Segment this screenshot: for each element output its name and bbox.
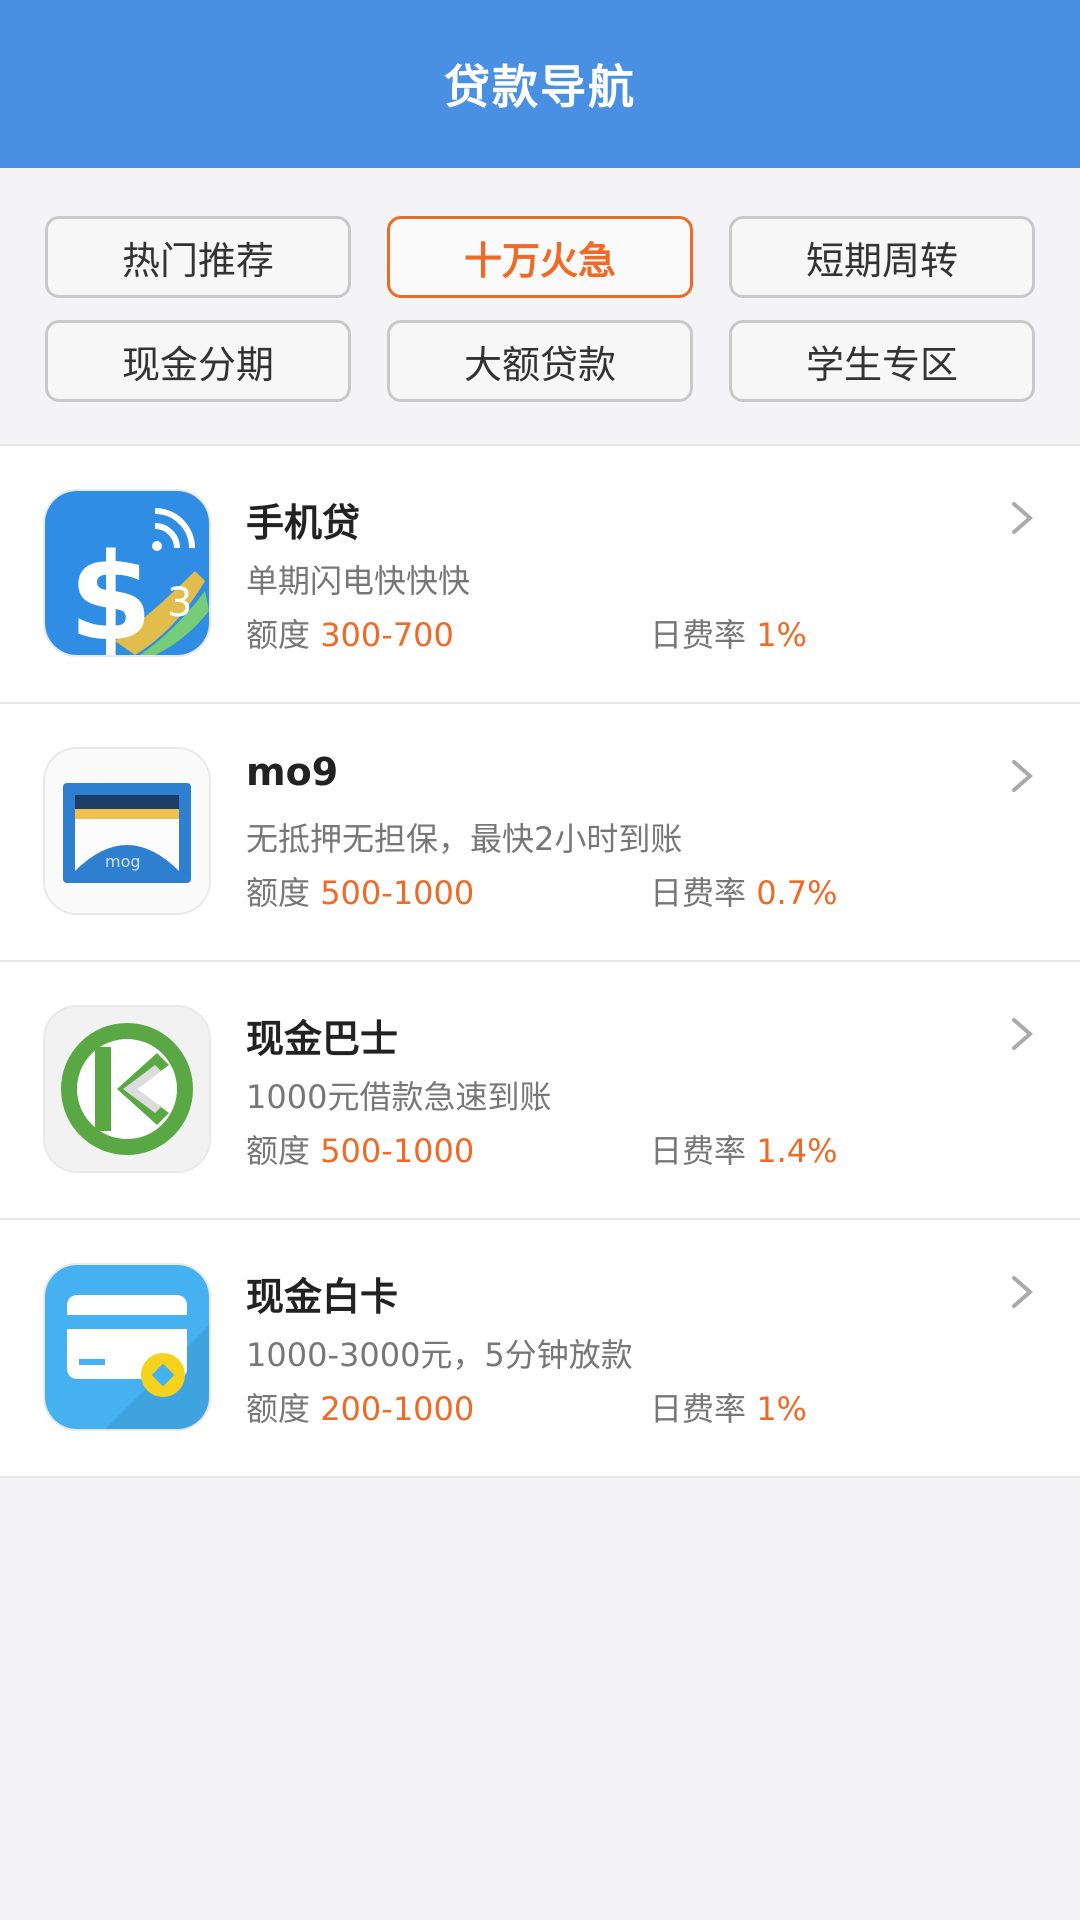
filter-large-loan[interactable]: 大额贷款 (387, 320, 693, 402)
loan-name: 手机贷 (246, 501, 361, 545)
loan-item[interactable]: 现金巴士 1000元借款急速到账 额度 500-1000 日费率 1.4% (0, 962, 1080, 1220)
loan-quota: 额度 500-1000 (246, 868, 474, 914)
loan-name: 现金巴士 (246, 1017, 399, 1061)
filter-hot[interactable]: 热门推荐 (45, 216, 351, 298)
rate-label: 日费率 (650, 1390, 747, 1428)
svg-text:mog: mog (105, 852, 141, 871)
dollar-signal-icon: $ 3 (45, 491, 209, 655)
filter-label: 现金分期 (121, 342, 274, 387)
loan-name: 现金白卡 (246, 1275, 399, 1319)
page-title: 贷款导航 (444, 60, 636, 114)
rate-value: 1% (756, 1390, 807, 1428)
quota-value: 200-1000 (320, 1390, 475, 1428)
loan-rate: 日费率 1.4% (650, 1126, 837, 1172)
loan-list: $ 3 手机贷 单期闪电快快快 额度 300-700 日费率 1% mog mo… (0, 446, 1080, 1478)
quota-value: 300-700 (320, 616, 454, 654)
rate-label: 日费率 (650, 874, 747, 912)
cash-bus-icon (45, 1007, 209, 1171)
filter-installment[interactable]: 现金分期 (45, 320, 351, 402)
filter-short-term[interactable]: 短期周转 (729, 216, 1035, 298)
quota-label: 额度 (246, 874, 311, 912)
svg-text:3: 3 (167, 580, 192, 626)
loan-quota: 额度 200-1000 (246, 1384, 474, 1430)
loan-item[interactable]: $ 3 手机贷 单期闪电快快快 额度 300-700 日费率 1% (0, 446, 1080, 704)
loan-desc: 无抵押无担保，最快2小时到账 (246, 820, 683, 858)
quota-value: 500-1000 (320, 874, 475, 912)
loan-rate: 日费率 1% (650, 610, 807, 656)
loan-quota: 额度 300-700 (246, 610, 454, 656)
mo9-wallet-icon: mog (45, 749, 209, 913)
loan-quota: 额度 500-1000 (246, 1126, 474, 1172)
filter-label: 热门推荐 (121, 238, 274, 283)
loan-item[interactable]: mog mo9 无抵押无担保，最快2小时到账 额度 500-1000 日费率 0… (0, 704, 1080, 962)
quota-label: 额度 (246, 616, 311, 654)
filter-label: 学生专区 (805, 342, 958, 387)
loan-desc: 1000元借款急速到账 (246, 1078, 552, 1116)
chevron-right-icon (1012, 1276, 1034, 1308)
chevron-right-icon (1012, 1018, 1034, 1050)
filter-label: 十万火急 (463, 238, 616, 283)
rate-label: 日费率 (650, 1132, 747, 1170)
filter-student[interactable]: 学生专区 (729, 320, 1035, 402)
loan-desc: 1000-3000元，5分钟放款 (246, 1336, 633, 1374)
loan-desc: 单期闪电快快快 (246, 562, 471, 600)
rate-value: 0.7% (756, 874, 838, 912)
filter-urgent[interactable]: 十万火急 (387, 216, 693, 298)
loan-item[interactable]: 现金白卡 1000-3000元，5分钟放款 额度 200-1000 日费率 1% (0, 1220, 1080, 1478)
quota-label: 额度 (246, 1390, 311, 1428)
loan-name: mo9 (246, 750, 339, 794)
credit-card-icon (45, 1265, 209, 1429)
filter-label: 大额贷款 (463, 342, 616, 387)
loan-rate: 日费率 1% (650, 1384, 807, 1430)
filter-label: 短期周转 (805, 238, 958, 283)
rate-value: 1.4% (756, 1132, 838, 1170)
quota-label: 额度 (246, 1132, 311, 1170)
loan-rate: 日费率 0.7% (650, 868, 837, 914)
chevron-right-icon (1012, 502, 1034, 534)
svg-text:$: $ (69, 529, 153, 655)
app-header: 贷款导航 (0, 0, 1080, 168)
quota-value: 500-1000 (320, 1132, 475, 1170)
category-filters: 热门推荐 十万火急 短期周转 现金分期 大额贷款 学生专区 (0, 168, 1080, 446)
rate-value: 1% (756, 616, 807, 654)
rate-label: 日费率 (650, 616, 747, 654)
chevron-right-icon (1012, 760, 1034, 792)
